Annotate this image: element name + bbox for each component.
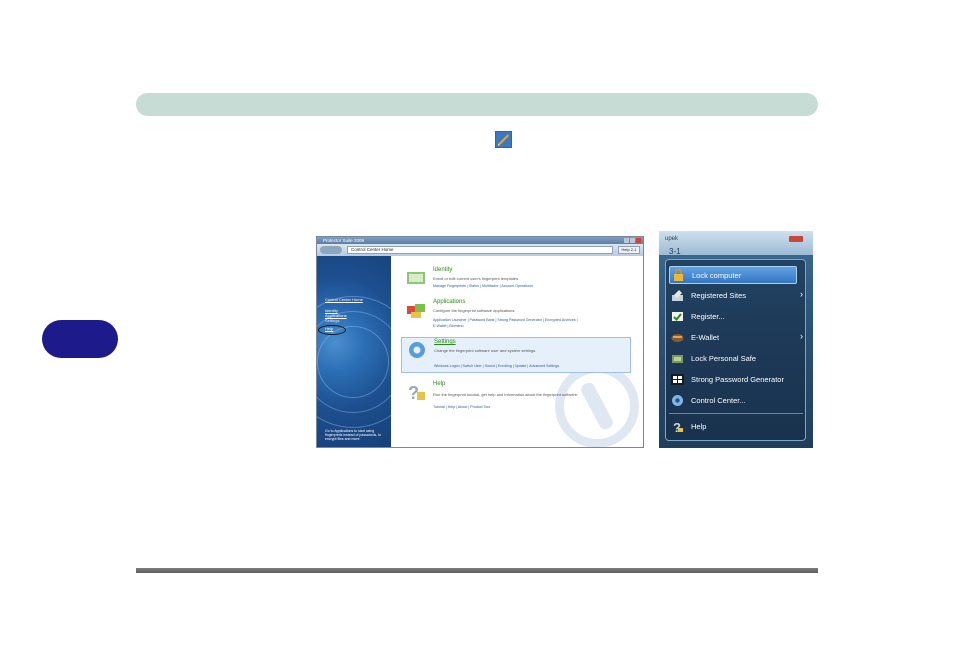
sidebar: Control Center Home Identity Application… — [317, 256, 419, 447]
identity-icon — [407, 272, 425, 284]
section-title[interactable]: Identity — [433, 267, 452, 273]
sidebar-link-home[interactable]: Control Center Home — [325, 297, 363, 302]
fingerprint-tray-icon — [495, 131, 512, 148]
menu-item-register[interactable]: Register... — [669, 308, 797, 326]
menu-item-e-wallet[interactable]: E-Wallet › — [669, 329, 803, 347]
section-links[interactable]: Windows Logon | Switch User | Sound | En… — [434, 364, 559, 368]
section-title[interactable]: Settings — [434, 339, 456, 345]
help-highlight-ellipse — [318, 325, 346, 335]
section-links-continued[interactable]: E-Wallet | Biomenu — [433, 324, 464, 328]
section-description: Configure the fingerprint software appli… — [433, 308, 516, 313]
maximize-button[interactable] — [630, 238, 635, 243]
sidebar-note: Go to Applications to start using finger… — [325, 429, 382, 442]
section-identity: Identity Enroll or edit current user's f… — [401, 266, 631, 294]
menu-item-label: Help — [691, 422, 707, 431]
menu-item-label: Registered Sites — [691, 291, 747, 300]
menu-item-help[interactable]: ? Help — [669, 418, 797, 436]
menu-separator — [669, 413, 803, 414]
close-button[interactable] — [636, 238, 641, 243]
menu-item-label: Register... — [691, 312, 725, 321]
sidebar-link-settings[interactable]: Settings — [325, 318, 339, 323]
password-generator-icon — [671, 374, 684, 385]
lock-icon — [674, 269, 683, 281]
menu-item-control-center[interactable]: Control Center... — [669, 392, 797, 410]
minimize-button[interactable] — [624, 238, 629, 243]
menu-item-lock-computer[interactable]: Lock computer — [669, 266, 797, 284]
user-label: 3-1 — [669, 247, 681, 256]
help-button[interactable]: Help 2-1 — [618, 246, 640, 254]
sidebar-decoration — [317, 326, 389, 398]
page-header-bar — [136, 93, 818, 116]
register-icon — [672, 312, 683, 321]
personal-safe-icon — [672, 355, 683, 363]
back-forward-buttons[interactable] — [320, 246, 342, 254]
menu-item-label: Control Center... — [691, 396, 746, 405]
window-controls — [624, 238, 641, 243]
section-help: ? Help Run the fingerprint tutorial, get… — [401, 380, 631, 416]
chevron-right-icon: › — [800, 331, 803, 341]
menu-item-label: Strong Password Generator — [691, 375, 784, 384]
menu-item-label: E-Wallet — [691, 333, 720, 342]
section-links[interactable]: Application Launcher | Password Bank | S… — [433, 318, 578, 322]
section-description: Change the fingerprint software user and… — [434, 348, 537, 353]
section-links[interactable]: Tutorial | Help | About | Product Tour — [433, 405, 491, 409]
chapter-tab — [42, 320, 118, 358]
fingerprint-menu: upek 3-1 Lock computer Registered Sites … — [659, 231, 813, 448]
section-description: Run the fingerprint tutorial, get help a… — [433, 392, 579, 397]
footer-rule — [136, 568, 818, 573]
section-applications: Applications Configure the fingerprint s… — [401, 298, 631, 334]
control-center-window: Protector Suite 2009 Control Center Home… — [316, 236, 644, 448]
chevron-right-icon: › — [800, 289, 803, 299]
close-button[interactable] — [789, 236, 803, 242]
section-title[interactable]: Applications — [433, 299, 465, 305]
help-icon: ? — [673, 420, 683, 433]
gear-icon — [672, 395, 683, 406]
help-icon: ? — [408, 383, 425, 402]
menu-item-strong-password-generator[interactable]: Strong Password Generator — [669, 371, 797, 389]
menu-header: upek 3-1 — [659, 231, 813, 256]
section-description: Enroll or edit current user's fingerprin… — [433, 276, 520, 281]
menu-item-lock-personal-safe[interactable]: Lock Personal Safe — [669, 350, 797, 368]
window-title-bar: Protector Suite 2009 — [317, 237, 643, 244]
main-content: Identity Enroll or edit current user's f… — [391, 256, 643, 447]
window-title: Protector Suite 2009 — [323, 238, 365, 243]
applications-icon — [407, 304, 425, 318]
menu-item-label: Lock Personal Safe — [691, 354, 757, 363]
registered-sites-icon — [672, 290, 683, 301]
brand-label: upek — [665, 236, 679, 242]
section-settings: Settings Change the fingerprint software… — [401, 337, 631, 373]
address-toolbar: Control Center Home Help 2-1 — [317, 244, 643, 256]
gear-icon — [409, 342, 425, 358]
section-links[interactable]: Manage Fingerprints | Status | Multifact… — [433, 284, 533, 288]
address-field[interactable]: Control Center Home — [347, 246, 613, 254]
menu-item-registered-sites[interactable]: Registered Sites › — [669, 287, 803, 305]
section-title[interactable]: Help — [433, 381, 445, 387]
menu-item-label: Lock computer — [692, 271, 742, 280]
wallet-icon — [671, 334, 684, 342]
